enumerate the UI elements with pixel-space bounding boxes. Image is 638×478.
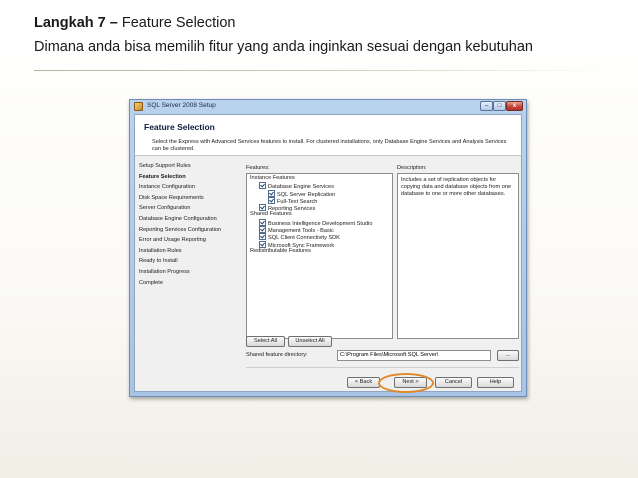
step-item: Installation Rules [139,247,182,254]
close-button[interactable]: x [506,101,523,111]
select-all-button[interactable]: Select All [246,336,285,347]
feature-group: Redistributable Features [247,248,392,255]
shared-dir-label: Shared feature directory: [246,352,308,358]
step-item: Setup Support Rules [139,163,191,169]
minimize-button[interactable]: – [480,101,493,111]
checked-checkbox-icon[interactable] [259,233,266,241]
setup-dialog: SQL Server 2008 Setup – □ x Feature Sele… [129,99,527,397]
step-item: Error and Usage Reporting [139,237,206,244]
step-item: Complete [139,279,163,286]
setup-steps-nav: Setup Support Rules Feature Selection Inst… [139,161,243,288]
feature-group: Instance Features [247,175,392,182]
browse-button[interactable]: ... [497,350,519,361]
slide-divider [34,70,604,71]
slide-subtitle: Dimana anda bisa memilih fitur yang anda… [34,39,533,55]
page-description: Select the Express with Advanced Service… [152,139,507,152]
step-item: Instance Configuration [139,184,195,191]
step-item: Feature Selection [139,173,186,180]
help-button[interactable]: Help [477,377,514,388]
feature-item[interactable]: Database Engine Services [247,182,392,190]
step-item: Installation Progress [139,268,190,275]
sql-server-app-icon [134,102,143,111]
checked-checkbox-icon[interactable] [259,204,266,212]
feature-label: Instance Features [250,175,295,181]
feature-item[interactable]: Microsoft Sync Framework [247,240,392,249]
slide-title-step: Langkah 7 – [34,15,118,31]
next-button-highlight [378,373,434,393]
checked-checkbox-icon[interactable] [259,240,266,248]
slide-title: Langkah 7 – Feature Selection [34,15,236,31]
feature-item[interactable]: Full-Text Search [247,196,392,205]
maximize-button[interactable]: □ [493,101,506,111]
checked-checkbox-icon[interactable] [259,182,266,190]
step-item: Disk Space Requirements [139,194,204,201]
feature-item[interactable]: SQL Server Replication [247,189,392,198]
checked-checkbox-icon[interactable] [259,218,266,226]
step-item: Server Configuration [139,205,191,212]
feature-group: Shared Features [247,211,392,218]
window-title: SQL Server 2008 Setup [147,102,216,109]
feature-label: Redistributable Features [250,247,311,254]
features-label: Features: [246,165,270,171]
unselect-all-button[interactable]: Unselect All [288,336,332,347]
cancel-button[interactable]: Cancel [435,377,472,388]
back-button[interactable]: < Back [347,377,380,388]
step-item: Ready to Install [139,258,178,265]
checked-checkbox-icon[interactable] [268,189,275,197]
window-titlebar[interactable]: SQL Server 2008 Setup – □ x [130,100,526,114]
description-label: Description: [397,165,427,171]
shared-dir-input[interactable]: C:\Program Files\Microsoft SQL Server\ [337,350,491,361]
step-item: Reporting Services Configuration [139,226,222,233]
feature-item[interactable]: Business Intelligence Development Studio [247,218,392,227]
feature-description: Includes a set of replication objects fo… [397,173,519,339]
footer-divider [246,367,519,368]
features-tree[interactable]: Instance Features Database Engine Service… [246,173,393,339]
dialog-client-area: Feature Selection Select the Express wit… [134,114,522,392]
checked-checkbox-icon[interactable] [268,196,275,204]
step-item: Database Engine Configuration [139,215,217,222]
page-header: Feature Selection Select the Express wit… [135,115,521,156]
checked-checkbox-icon[interactable] [259,226,266,234]
feature-item[interactable]: Reporting Services [247,204,392,212]
page-title: Feature Selection [144,122,215,132]
feature-item[interactable]: SQL Client Connectivity SDK [247,233,392,241]
slide-title-text: Feature Selection [117,15,236,31]
feature-label: Shared Features [250,211,292,218]
feature-item[interactable]: Management Tools - Basic [247,226,392,234]
